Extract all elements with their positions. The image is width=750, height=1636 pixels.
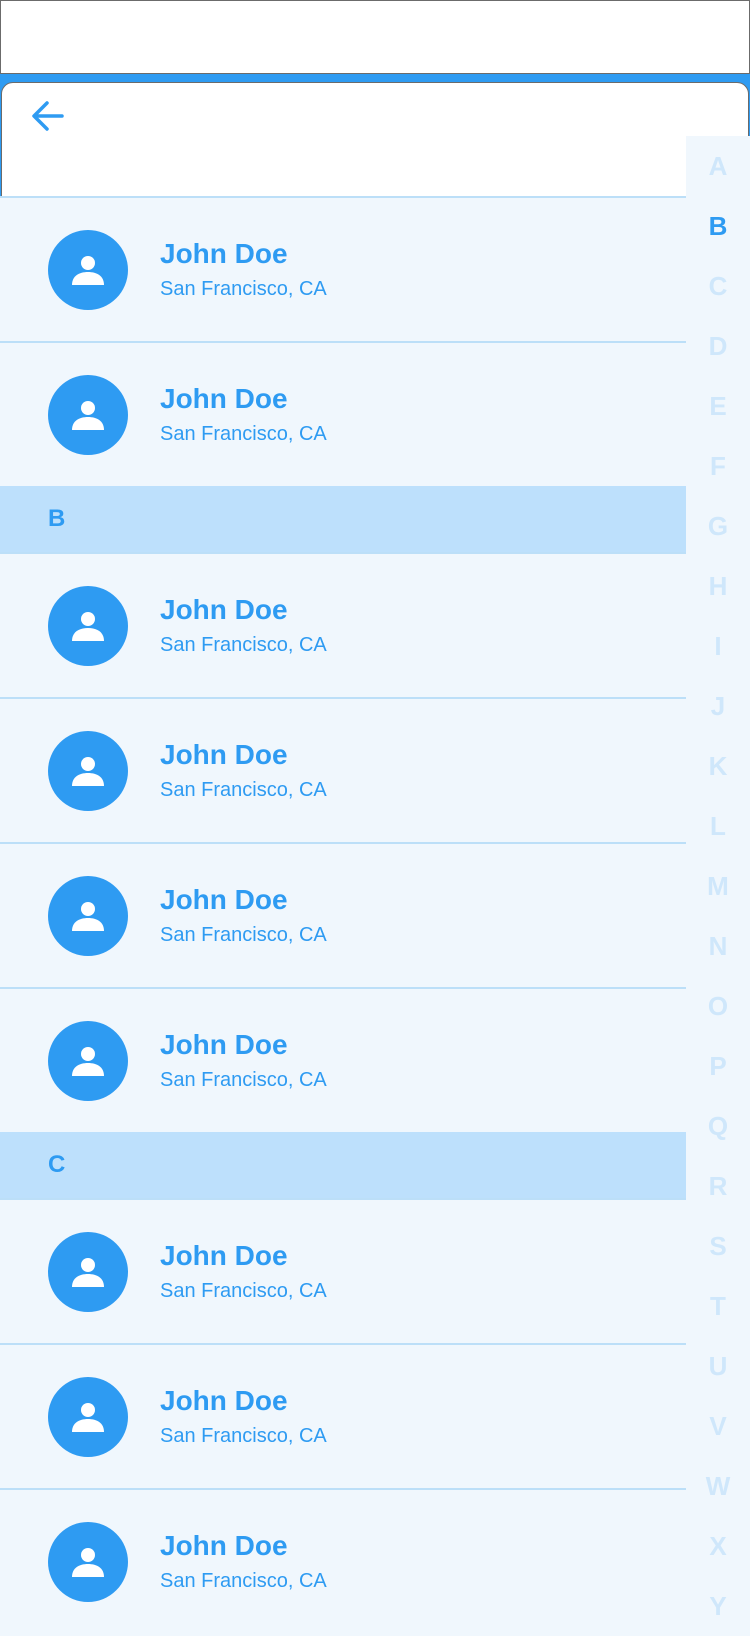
index-letter-c[interactable]: C — [686, 256, 750, 316]
contact-row[interactable]: John Doe San Francisco, CA — [0, 1343, 686, 1488]
index-letter-y[interactable]: Y — [686, 1576, 750, 1636]
contact-city: San Francisco, CA — [160, 1569, 327, 1592]
index-letter-n[interactable]: N — [686, 916, 750, 976]
contact-row[interactable]: John Doe San Francisco, CA — [0, 987, 686, 1132]
person-icon — [72, 611, 104, 641]
contact-name: John Doe — [160, 1239, 288, 1271]
person-icon — [72, 756, 104, 786]
index-letter-m[interactable]: M — [686, 856, 750, 916]
person-icon — [72, 400, 104, 430]
person-icon — [72, 1547, 104, 1577]
avatar — [48, 1020, 128, 1101]
contact-name: John Doe — [160, 237, 288, 269]
contact-city: San Francisco, CA — [160, 1068, 327, 1091]
contact-row[interactable]: John Doe San Francisco, CA — [0, 842, 686, 987]
index-letter-d[interactable]: D — [686, 316, 750, 376]
index-letter-j[interactable]: J — [686, 676, 750, 736]
index-letter-s[interactable]: S — [686, 1216, 750, 1276]
contact-row[interactable]: John Doe San Francisco, CA — [0, 1198, 686, 1343]
contact-row[interactable]: John Doe San Francisco, CA — [0, 1488, 686, 1624]
avatar — [48, 1376, 128, 1457]
contact-city: San Francisco, CA — [160, 633, 327, 656]
contact-name: John Doe — [160, 883, 288, 915]
index-letter-w[interactable]: W — [686, 1456, 750, 1516]
index-letter-r[interactable]: R — [686, 1156, 750, 1216]
index-letter-l[interactable]: L — [686, 796, 750, 856]
person-icon — [72, 1046, 104, 1076]
back-button[interactable] — [28, 96, 68, 136]
contact-row[interactable]: John Doe San Francisco, CA — [0, 196, 686, 341]
index-letter-v[interactable]: V — [686, 1396, 750, 1456]
avatar — [48, 1231, 128, 1312]
person-icon — [72, 901, 104, 931]
section-header-c: C — [0, 1132, 686, 1198]
contact-row[interactable]: John Doe San Francisco, CA — [0, 697, 686, 842]
alphabet-index[interactable]: ABCDEFGHIJKLMNOPQRSTUVWXY — [686, 136, 750, 1624]
arrow-left-icon — [32, 101, 64, 131]
avatar — [48, 1521, 128, 1602]
avatar — [48, 229, 128, 310]
index-letter-e[interactable]: E — [686, 376, 750, 436]
contact-name: John Doe — [160, 382, 288, 414]
avatar — [48, 730, 128, 811]
index-letter-h[interactable]: H — [686, 556, 750, 616]
index-letter-p[interactable]: P — [686, 1036, 750, 1096]
contact-name: John Doe — [160, 1529, 288, 1561]
contact-city: San Francisco, CA — [160, 1424, 327, 1447]
contact-city: San Francisco, CA — [160, 277, 327, 300]
person-icon — [72, 1257, 104, 1287]
contact-city: San Francisco, CA — [160, 778, 327, 801]
contact-city: San Francisco, CA — [160, 422, 327, 445]
index-letter-g[interactable]: G — [686, 496, 750, 556]
contact-name: John Doe — [160, 593, 288, 625]
contact-name: John Doe — [160, 1384, 288, 1416]
contact-city: San Francisco, CA — [160, 923, 327, 946]
contact-city: San Francisco, CA — [160, 1279, 327, 1302]
index-letter-t[interactable]: T — [686, 1276, 750, 1336]
person-icon — [72, 255, 104, 285]
index-letter-i[interactable]: I — [686, 616, 750, 676]
index-letter-x[interactable]: X — [686, 1516, 750, 1576]
index-letter-f[interactable]: F — [686, 436, 750, 496]
index-letter-a[interactable]: A — [686, 136, 750, 196]
contact-name: John Doe — [160, 1028, 288, 1060]
contact-list[interactable]: John Doe San Francisco, CA John Doe San … — [0, 196, 686, 1624]
contact-name: John Doe — [160, 738, 288, 770]
contact-row[interactable]: John Doe San Francisco, CA — [0, 552, 686, 697]
avatar — [48, 374, 128, 455]
contact-row[interactable]: John Doe San Francisco, CA — [0, 341, 686, 486]
index-letter-q[interactable]: Q — [686, 1096, 750, 1156]
avatar — [48, 585, 128, 666]
index-letter-b[interactable]: B — [686, 196, 750, 256]
index-letter-u[interactable]: U — [686, 1336, 750, 1396]
section-header-b: B — [0, 486, 686, 552]
top-status-bar — [0, 0, 750, 74]
index-letter-o[interactable]: O — [686, 976, 750, 1036]
person-icon — [72, 1402, 104, 1432]
avatar — [48, 875, 128, 956]
index-letter-k[interactable]: K — [686, 736, 750, 796]
